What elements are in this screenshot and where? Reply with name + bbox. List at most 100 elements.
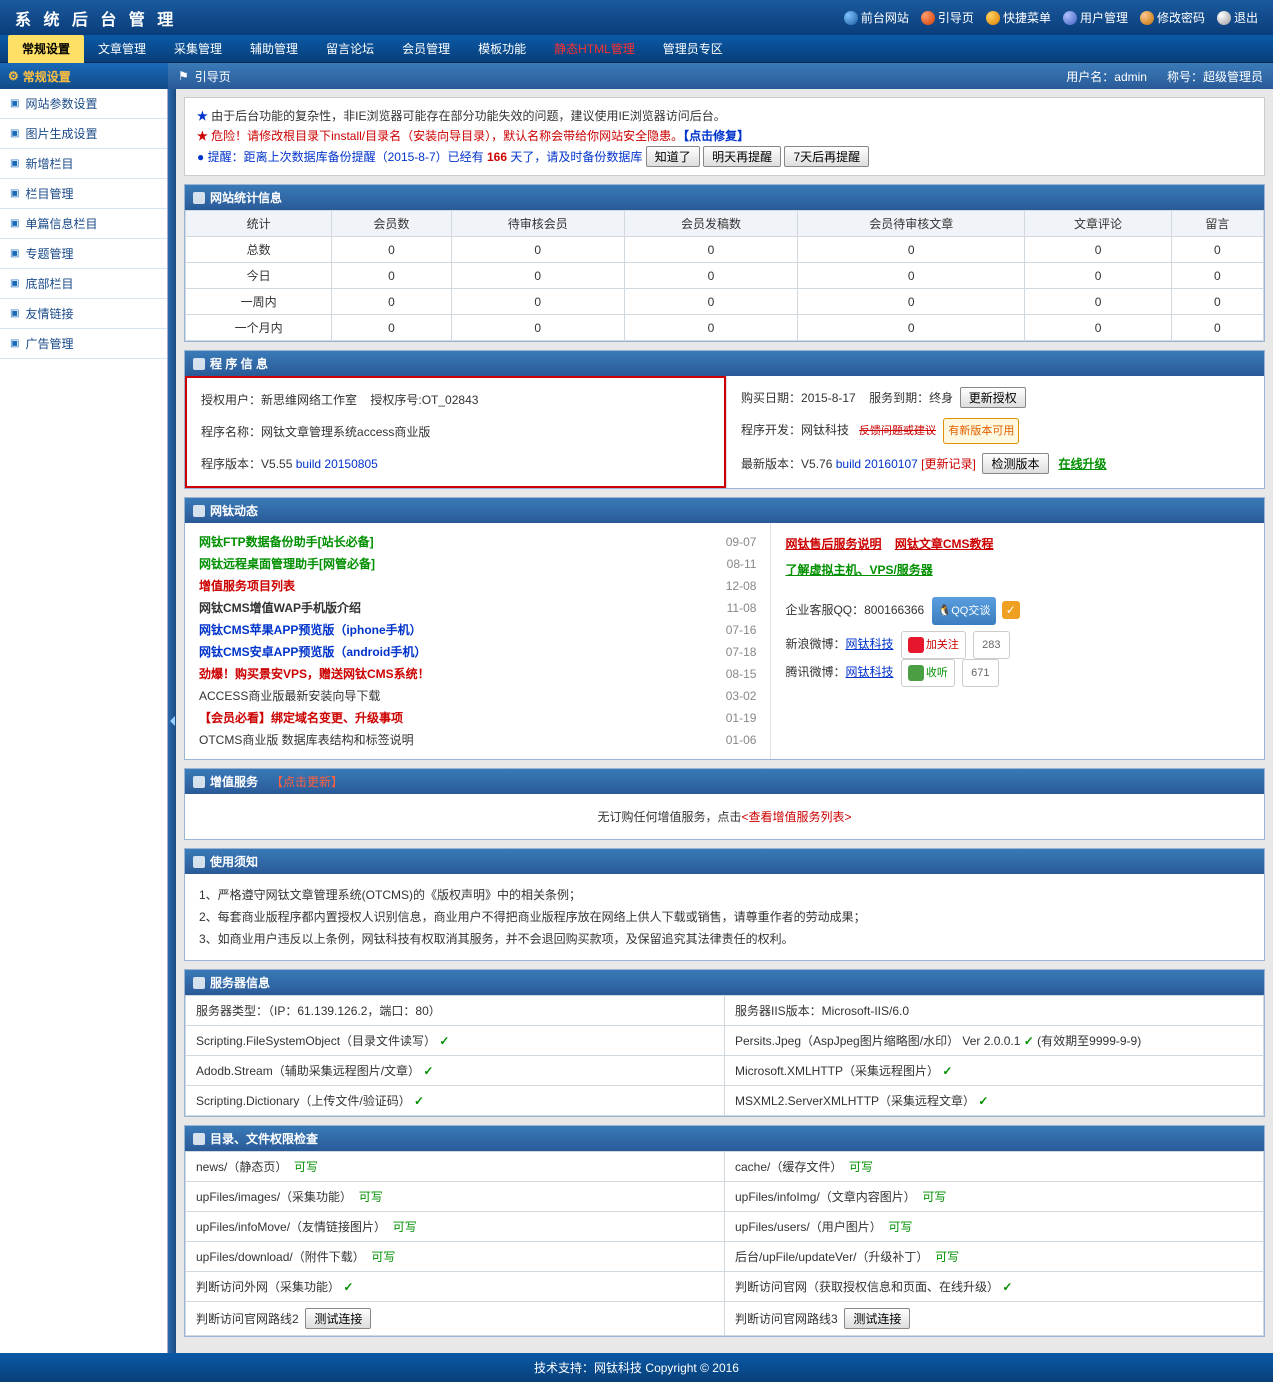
panel-news: 网钛动态 网钛FTP数据备份助手[站长必备]09-07网钛远程桌面管理助手[网管…: [184, 497, 1265, 760]
sidebar-item-7[interactable]: ▣友情链接: [0, 299, 167, 329]
new-version-bubble: 有新版本可用: [943, 418, 1019, 444]
nav-item-6[interactable]: 模板功能: [464, 35, 540, 63]
panel-icon: [193, 358, 205, 370]
link-after-sale[interactable]: 网钛售后服务说明: [785, 537, 881, 551]
nav-item-4[interactable]: 留言论坛: [312, 35, 388, 63]
server-cell: Scripting.Dictionary（上传文件/验证码） ✓: [186, 1086, 725, 1116]
news-date: 11-08: [696, 597, 756, 619]
stat-cell: 0: [332, 237, 451, 263]
nav-item-7[interactable]: 静态HTML管理: [540, 35, 649, 63]
link-update-log[interactable]: [更新记录]: [921, 457, 976, 471]
link-vps-info[interactable]: 了解虚拟主机、VPS/服务器: [785, 563, 932, 577]
server-cell: Adodb.Stream（辅助采集远程图片/文章） ✓: [186, 1056, 725, 1086]
news-link[interactable]: OTCMS商业版 数据库表结构和标签说明: [199, 729, 414, 751]
nav-item-1[interactable]: 文章管理: [84, 35, 160, 63]
link-cms-tutorial[interactable]: 网钛文章CMS教程: [895, 537, 994, 551]
subbar-left: ⚙ 常规设置: [0, 63, 168, 89]
news-link[interactable]: 网钛CMS安卓APP预览版（android手机）: [199, 641, 426, 663]
link-front-site[interactable]: 前台网站: [844, 9, 909, 26]
link-addon-list[interactable]: <查看增值服务列表>: [741, 810, 851, 824]
sidebar-label: 底部栏目: [25, 275, 73, 292]
link-feedback[interactable]: 反馈问题或建议: [859, 425, 936, 437]
perm-cell: upFiles/infoImg/（文章内容图片） 可写: [725, 1182, 1264, 1212]
news-link[interactable]: 网钛CMS增值WAP手机版介绍: [199, 597, 361, 619]
link-quick-menu[interactable]: 快捷菜单: [986, 9, 1051, 26]
news-item: 网钛CMS增值WAP手机版介绍 11-08: [199, 597, 756, 619]
news-date: 01-06: [696, 729, 756, 751]
news-link[interactable]: 劲爆！购买景安VPS，赠送网钛CMS系统！: [199, 663, 430, 685]
link-change-pwd[interactable]: 修改密码: [1140, 9, 1205, 26]
sidebar-item-6[interactable]: ▣底部栏目: [0, 269, 167, 299]
news-link[interactable]: 网钛CMS苹果APP预览版（iphone手机）: [199, 619, 422, 641]
sidebar-item-2[interactable]: ▣新增栏目: [0, 149, 167, 179]
link-fix[interactable]: 【点击修复】: [683, 129, 749, 143]
sidebar-label: 图片生成设置: [25, 125, 97, 142]
sidebar-item-1[interactable]: ▣图片生成设置: [0, 119, 167, 149]
news-link[interactable]: 网钛远程桌面管理助手[网管必备]: [199, 553, 375, 575]
panel-addon: 增值服务【点击更新】 无订购任何增值服务，点击<查看增值服务列表>: [184, 768, 1265, 840]
link-guide[interactable]: 引导页: [921, 9, 974, 26]
nav-item-3[interactable]: 辅助管理: [236, 35, 312, 63]
server-cell: Microsoft.XMLHTTP（采集远程图片） ✓: [725, 1056, 1264, 1086]
stat-cell: 0: [1025, 289, 1171, 315]
stats-table: 统计会员数待审核会员会员发稿数会员待审核文章文章评论留言总数000000今日00…: [185, 210, 1264, 341]
link-tx-weibo[interactable]: 网钛科技: [845, 665, 893, 679]
perm-cell: 判断访问官网（获取授权信息和页面、在线升级） ✓: [725, 1272, 1264, 1302]
nav-item-0[interactable]: 常规设置: [8, 35, 84, 63]
news-link[interactable]: 【会员必看】绑定域名变更、升级事项: [199, 707, 403, 729]
btn-7days[interactable]: 7天后再提醒: [784, 146, 869, 167]
tx-follow-count: 671: [962, 659, 998, 687]
sidebar-item-0[interactable]: ▣网站参数设置: [0, 89, 167, 119]
btn-tomorrow[interactable]: 明天再提醒: [703, 146, 781, 167]
nav-item-2[interactable]: 采集管理: [160, 35, 236, 63]
stat-cell: 0: [451, 263, 624, 289]
sidebar-item-8[interactable]: ▣广告管理: [0, 329, 167, 359]
link-sina-weibo[interactable]: 网钛科技: [845, 637, 893, 651]
news-item: ACCESS商业版最新安装向导下载03-02: [199, 685, 756, 707]
alert-box: ★ 由于后台功能的复杂性，非IE浏览器可能存在部分功能失效的问题，建议使用IE浏…: [184, 97, 1265, 176]
stat-cell: 0: [1025, 263, 1171, 289]
server-cell: MSXML2.ServerXMLHTTP（采集远程文章） ✓: [725, 1086, 1264, 1116]
stat-header: 文章评论: [1025, 211, 1171, 237]
sidebar-label: 网站参数设置: [25, 95, 97, 112]
nav-item-8[interactable]: 管理员专区: [649, 35, 737, 63]
perm-ok: 可写: [935, 1250, 959, 1264]
panel-icon: [193, 505, 205, 517]
sidebar-item-4[interactable]: ▣单篇信息栏目: [0, 209, 167, 239]
sidebar: ▣网站参数设置▣图片生成设置▣新增栏目▣栏目管理▣单篇信息栏目▣专题管理▣底部栏…: [0, 89, 168, 1353]
link-exit[interactable]: 退出: [1217, 9, 1258, 26]
perm-ok: 可写: [888, 1220, 912, 1234]
breadcrumb-guide[interactable]: 引导页: [195, 68, 231, 85]
btn-check-version[interactable]: 检测版本: [982, 453, 1048, 474]
contact-box: 网钛售后服务说明 网钛文章CMS教程 了解虚拟主机、VPS/服务器 企业客服QQ…: [770, 523, 1264, 759]
btn-know[interactable]: 知道了: [646, 146, 700, 167]
usage-line: 3、如商业用户违反以上条例，网钛科技有权取消其服务，并不会退回购买款项，及保留追…: [199, 928, 1250, 950]
perm-ok: 可写: [294, 1160, 318, 1174]
lock-icon: [1140, 11, 1154, 25]
footer: 技术支持：网钛科技 Copyright © 2016: [0, 1353, 1273, 1382]
sina-follow-button[interactable]: 加关注: [901, 631, 966, 659]
lightning-icon: [986, 11, 1000, 25]
server-cell: 服务器类型：（IP：61.139.126.2，端口：80）: [186, 996, 725, 1026]
btn-test-conn[interactable]: 测试连接: [305, 1308, 371, 1329]
tx-follow-button[interactable]: 收听: [901, 659, 955, 687]
sidebar-item-5[interactable]: ▣专题管理: [0, 239, 167, 269]
header-links: 前台网站 引导页 快捷菜单 用户管理 修改密码 退出: [844, 9, 1258, 26]
qq-chat-button[interactable]: 🐧QQ交谈: [932, 597, 997, 625]
link-online-upgrade[interactable]: 在线升级: [1059, 457, 1107, 471]
btn-update-auth[interactable]: 更新授权: [960, 387, 1026, 408]
news-item: 网钛CMS苹果APP预览版（iphone手机）07-16: [199, 619, 756, 641]
sidebar-item-3[interactable]: ▣栏目管理: [0, 179, 167, 209]
news-link[interactable]: 网钛FTP数据备份助手[站长必备]: [199, 531, 374, 553]
link-user-mgmt[interactable]: 用户管理: [1063, 9, 1128, 26]
sidebar-collapse-handle[interactable]: [168, 89, 176, 1353]
link-footer-company[interactable]: 网钛科技: [594, 1361, 642, 1375]
nav-item-5[interactable]: 会员管理: [388, 35, 464, 63]
news-link[interactable]: 增值服务项目列表: [199, 575, 295, 597]
gear-icon: ⚙: [8, 69, 19, 83]
news-item: 增值服务项目列表12-08: [199, 575, 756, 597]
news-link[interactable]: ACCESS商业版最新安装向导下载: [199, 685, 380, 707]
stat-cell: 0: [1025, 237, 1171, 263]
link-addon-refresh[interactable]: 【点击更新】: [271, 773, 343, 790]
btn-test-conn[interactable]: 测试连接: [844, 1308, 910, 1329]
